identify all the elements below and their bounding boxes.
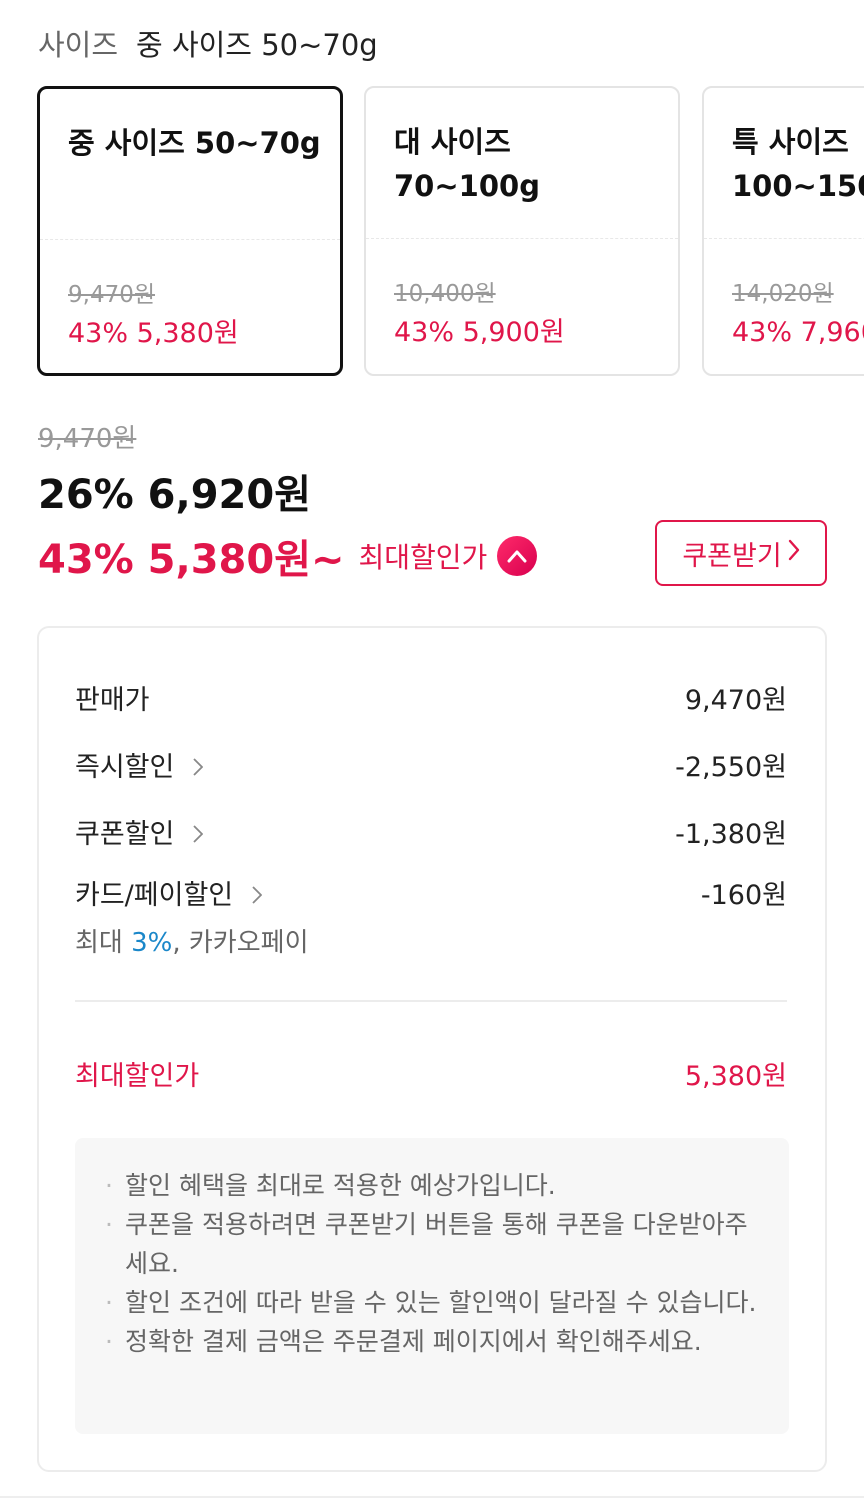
size-label-key: 사이즈 [38,28,119,62]
size-option-discount-price: 43% 7,960원 [732,317,864,348]
discount-notice-box: 할인 혜택을 최대로 적용한 예상가입니다. 쿠폰을 적용하려면 쿠폰받기 버튼… [75,1138,789,1434]
divider [40,239,340,240]
size-option-name: 특 사이즈 100~150g [732,125,864,203]
chevron-right-icon[interactable] [243,880,263,911]
card-note-prefix: 최대 [75,928,123,958]
size-options: 중 사이즈 50~70g 9,470원 43% 5,380원 대 사이즈 70~… [0,86,864,376]
size-selected-label: 사이즈 중 사이즈 50~70g [38,22,378,64]
total-value: 5,380원 [684,1061,787,1092]
size-option-discount-price: 43% 5,380원 [68,318,239,349]
divider [704,238,864,239]
size-option-large[interactable]: 대 사이즈 70~100g 10,400원 43% 5,900원 [364,86,680,376]
size-option-original-price: 9,470원 [68,282,156,308]
notice-item: 쿠폰을 적용하려면 쿠폰받기 버튼을 통해 쿠폰을 다운받아주세요. [105,1205,765,1283]
current-price: 26% 6,920원 [38,472,311,518]
notice-item: 정확한 결제 금액은 주문결제 페이지에서 확인해주세요. [105,1322,765,1361]
breakdown-row-instant-discount[interactable]: 즉시할인 -2,550원 [75,745,787,785]
card-note-percent: 3% [131,928,173,958]
size-label-value: 중 사이즈 50~70g [136,28,378,62]
chevron-up-icon[interactable] [497,536,538,576]
breakdown-value: 9,470원 [684,685,787,716]
card-pay-note: 최대 3%, 카카오페이 [75,922,309,959]
original-price: 9,470원 [38,424,137,454]
divider [366,238,678,239]
size-option-name: 대 사이즈 70~100g [394,125,540,203]
size-option-name: 중 사이즈 50~70g [68,126,321,160]
coupon-button-label: 쿠폰받기 [682,540,782,572]
breakdown-row-coupon-discount[interactable]: 쿠폰할인 -1,380원 [75,812,787,852]
size-option-medium[interactable]: 중 사이즈 50~70g 9,470원 43% 5,380원 [37,86,343,376]
breakdown-label: 카드/페이할인 [75,880,234,911]
size-option-discount-price: 43% 5,900원 [394,317,565,348]
breakdown-row-sale-price: 판매가 9,470원 [75,678,787,718]
chevron-right-icon [788,538,800,568]
breakdown-value: -2,550원 [675,752,787,783]
size-option-extra-large[interactable]: 특 사이즈 100~150g 14,020원 43% 7,960원 [702,86,864,376]
divider [75,1000,787,1002]
breakdown-label: 즉시할인 [75,752,175,783]
coupon-download-button[interactable]: 쿠폰받기 [655,520,827,586]
breakdown-value: -160원 [700,880,787,911]
breakdown-label: 쿠폰할인 [75,819,175,850]
breakdown-label: 판매가 [75,685,150,716]
breakdown-value: -1,380원 [675,819,787,850]
max-discount-label: 최대할인가 [358,541,488,574]
notice-item: 할인 혜택을 최대로 적용한 예상가입니다. [105,1166,765,1205]
chevron-right-icon[interactable] [184,819,204,850]
size-option-original-price: 10,400원 [394,281,496,307]
notice-item: 할인 조건에 따라 받을 수 있는 할인액이 달라질 수 있습니다. [105,1283,765,1322]
price-breakdown-panel: 판매가 9,470원 즉시할인 -2,550원 쿠폰할인 -1,380원 카드/… [37,626,827,1472]
card-note-suffix: , 카카오페이 [172,928,309,958]
max-discount-row[interactable]: 43% 5,380원~ 최대할인가 [38,528,538,584]
divider [0,1496,864,1498]
max-discount-price: 43% 5,380원~ [38,537,345,583]
chevron-right-icon[interactable] [184,752,204,783]
breakdown-row-max-discount: 최대할인가 5,380원 [75,1054,787,1094]
breakdown-row-card-pay-discount[interactable]: 카드/페이할인 -160원 [75,873,787,913]
total-label: 최대할인가 [75,1061,200,1092]
size-option-original-price: 14,020원 [732,281,834,307]
